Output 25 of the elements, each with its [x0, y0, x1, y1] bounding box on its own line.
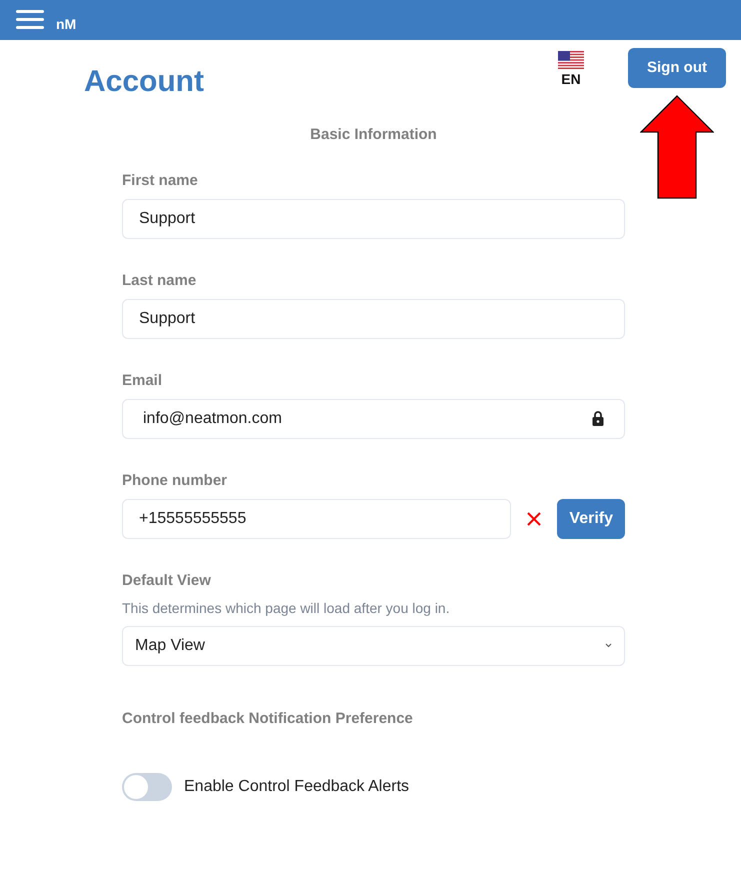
text-field[interactable]: Support — [122, 298, 625, 338]
field-label: Email — [122, 370, 164, 390]
lock-icon — [592, 411, 604, 426]
view-select[interactable]: Map View — [122, 626, 625, 666]
email-field[interactable]: info@neatmon.com — [122, 398, 625, 438]
sign-out-button[interactable]: Sign out — [628, 48, 726, 88]
phone-field[interactable]: +15555555555 — [122, 498, 512, 538]
verify-button[interactable]: Verify — [557, 498, 625, 538]
email-value: info@neatmon.com — [143, 408, 282, 428]
menu-icon[interactable] — [16, 9, 44, 29]
logo-text: nM — [56, 15, 76, 34]
field-label: Default View — [122, 570, 212, 590]
page-title: Account — [84, 64, 204, 100]
toggle-label: Enable Control Feedback Alerts — [184, 777, 410, 797]
text-field[interactable]: Support — [122, 198, 625, 238]
field-label: First name — [122, 170, 199, 190]
field-label: Last name — [122, 270, 198, 290]
us-flag-icon — [558, 51, 584, 69]
section-heading: Control feedback Notification Preference — [122, 708, 414, 728]
chevron-down-icon — [605, 643, 612, 648]
toggle-switch[interactable] — [122, 773, 172, 801]
language-label[interactable]: EN — [561, 69, 581, 90]
help-text: This determines which page will load after you log in. — [122, 598, 451, 618]
section-title: Basic Information — [309, 125, 438, 145]
field-label: Phone number — [122, 470, 228, 490]
